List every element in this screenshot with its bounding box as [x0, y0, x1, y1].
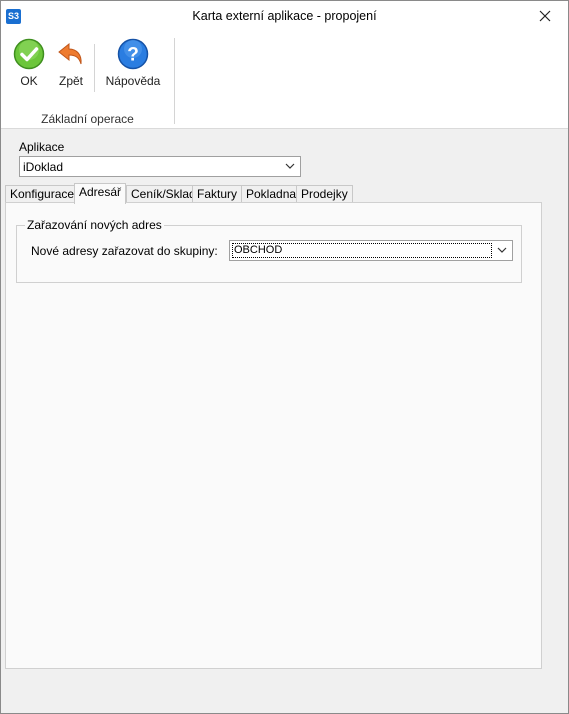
tab-cenik-sklad[interactable]: Ceník/Sklad [126, 185, 201, 203]
groupbox-title: Zařazování nových adres [25, 218, 164, 232]
svg-text:?: ? [127, 45, 139, 66]
back-button[interactable]: Zpět [51, 38, 91, 88]
dialog-body: Aplikace iDoklad Konfigurace Adresář Cen… [2, 129, 567, 713]
ribbon-group-separator [174, 38, 175, 124]
undo-arrow-icon [58, 42, 82, 65]
address-group-select-value: OBCHOD [232, 243, 492, 258]
new-address-groupbox: Zařazování nových adres Nové adresy zařa… [16, 218, 522, 283]
close-icon [539, 10, 551, 22]
application-label: Aplikace [19, 140, 65, 154]
close-button[interactable] [523, 1, 568, 32]
address-group-select[interactable]: OBCHOD [229, 240, 513, 261]
ribbon-group-label: Základní operace [41, 112, 134, 126]
application-select-value: iDoklad [23, 160, 64, 174]
tab-pokladna[interactable]: Pokladna [241, 185, 302, 203]
ok-button-label: OK [20, 74, 38, 88]
tab-panel-adresar: Zařazování nových adres Nové adresy zařa… [5, 202, 542, 669]
tab-konfigurace[interactable]: Konfigurace [5, 185, 80, 203]
application-select[interactable]: iDoklad [19, 156, 301, 177]
chevron-down-icon [497, 247, 507, 253]
ribbon-separator [94, 44, 95, 92]
tab-adresar[interactable]: Adresář [74, 183, 127, 204]
help-button[interactable]: ? Nápověda [101, 38, 165, 88]
tab-prodejky[interactable]: Prodejky [296, 185, 353, 203]
title-bar: S3 Karta externí aplikace - propojení [1, 1, 568, 32]
check-circle-icon [13, 38, 45, 70]
help-question-icon: ? [117, 38, 149, 70]
help-button-label: Nápověda [105, 74, 161, 88]
address-group-label: Nové adresy zařazovat do skupiny: [31, 244, 218, 258]
tab-faktury[interactable]: Faktury [192, 185, 243, 203]
ok-button[interactable]: OK [9, 38, 49, 88]
dialog-window: S3 Karta externí aplikace - propojení OK… [0, 0, 569, 714]
window-title: Karta externí aplikace - propojení [192, 9, 377, 23]
chevron-down-icon [285, 163, 295, 169]
ribbon-toolbar: OK Zpět ? Nápověda Základní operace [1, 32, 568, 129]
back-button-label: Zpět [58, 74, 83, 88]
